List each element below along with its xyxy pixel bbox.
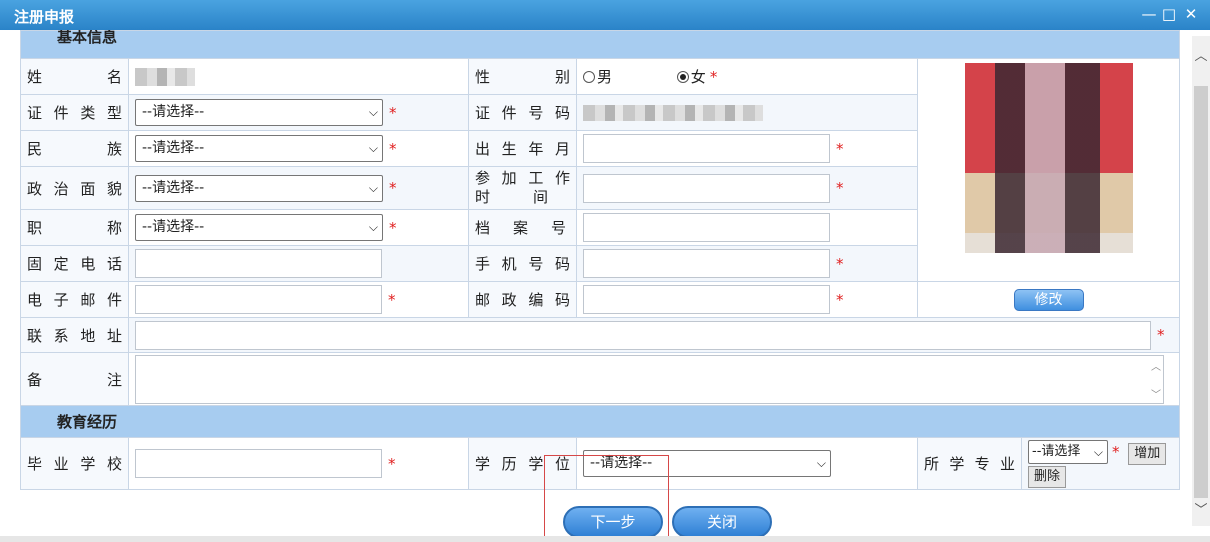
delete-major-button[interactable]: 删除 (1028, 465, 1067, 488)
add-major-button[interactable]: 增加 (1128, 442, 1167, 465)
label-address: 联系地址 (20, 317, 129, 353)
label-archive: 档案号 (468, 209, 577, 246)
scroll-down-arrow-icon[interactable]: ﹀ (1192, 502, 1210, 520)
close-icon[interactable]: ✕ (1182, 5, 1200, 23)
title-select[interactable]: --请选择-- ⌵ (135, 214, 383, 241)
remark-cell: ︿ ﹀ (127, 352, 1181, 406)
label-political: 政治面貌 (20, 166, 129, 210)
email-cell: * (128, 281, 469, 318)
archive-cell (576, 209, 918, 246)
id-number-blurred (583, 105, 763, 121)
window-title: 注册申报 (14, 8, 75, 26)
scroll-up-arrow-icon[interactable]: ︿ (1192, 48, 1210, 66)
label-work-start: 参加工作 时间 (468, 166, 577, 210)
vertical-scrollbar[interactable]: ︿ ﹀ (1192, 36, 1210, 526)
section-basic-title: 基本信息 (57, 30, 118, 46)
major-cell: 所学专业 --请选择 ⌵ * 增加 删除 (916, 437, 1181, 490)
focus-highlight (544, 455, 669, 542)
archive-input[interactable] (583, 213, 830, 242)
chevron-down-icon: ⌵ (368, 220, 378, 234)
postcode-input[interactable] (583, 285, 830, 314)
work-start-input[interactable] (583, 173, 830, 203)
school-cell: * (128, 437, 469, 490)
address-input[interactable] (135, 320, 1151, 350)
close-button[interactable]: 关闭 (672, 506, 772, 538)
id-type-select[interactable]: --请选择-- ⌵ (135, 99, 383, 126)
label-mobile: 手机号码 (468, 245, 577, 282)
chevron-down-icon: ⌵ (368, 141, 378, 155)
birth-cell: * (576, 130, 918, 167)
title-cell: --请选择-- ⌵ * (128, 209, 469, 246)
label-birth: 出生年月 (468, 130, 577, 167)
profile-photo (964, 63, 1133, 253)
phone-cell (128, 245, 469, 282)
label-postcode: 邮政编码 (468, 281, 577, 318)
label-gender: 性别 (468, 58, 577, 95)
gender-female-radio[interactable]: 女 * (676, 66, 717, 87)
bottom-edge (0, 536, 1210, 542)
name-blurred (135, 67, 195, 86)
radio-checked-icon (676, 70, 689, 83)
scroll-down-icon: ﹀ (1151, 389, 1161, 401)
remark-textarea[interactable]: ︿ ﹀ (135, 354, 1164, 404)
political-cell: --请选择-- ⌵ * (128, 166, 469, 210)
label-school: 毕业学校 (20, 437, 129, 490)
scrollbar-thumb[interactable] (1194, 86, 1208, 498)
chevron-down-icon: ⌵ (368, 105, 378, 119)
modify-cell: 修改 (916, 281, 1181, 318)
label-email: 电子邮件 (20, 281, 129, 318)
major-select[interactable]: --请选择 ⌵ (1028, 440, 1108, 464)
gender-group: 男 女 * (576, 58, 918, 95)
title-bar: 注册申报 — □ ✕ (0, 0, 1210, 30)
ethnicity-select[interactable]: --请选择-- ⌵ (135, 135, 383, 162)
chevron-down-icon: ⌵ (368, 180, 378, 195)
school-input[interactable] (135, 449, 382, 478)
label-id-type: 证件类型 (20, 94, 129, 131)
radio-icon (583, 70, 595, 83)
address-cell: * (127, 317, 1181, 353)
photo-cell (916, 58, 1181, 282)
id-type-cell: --请选择-- ⌵ * (128, 94, 469, 131)
ethnicity-cell: --请选择-- ⌵ * (128, 130, 469, 167)
modify-photo-button[interactable]: 修改 (1013, 288, 1084, 311)
phone-input[interactable] (135, 249, 382, 278)
email-input[interactable] (135, 285, 382, 314)
id-number-value (576, 94, 918, 131)
mobile-input[interactable] (583, 249, 830, 278)
registration-window: 注册申报 — □ ✕ 基本信息 姓名 性别 男 女 * 证 件 类 型 --请选… (0, 0, 1210, 542)
chevron-down-icon: ⌵ (1093, 445, 1103, 459)
label-title: 职称 (20, 209, 129, 246)
section-education-title: 教育经历 (57, 413, 118, 431)
label-ethnicity: 民族 (20, 130, 129, 167)
scroll-up-icon: ︿ (1151, 361, 1161, 373)
maximize-icon[interactable]: □ (1160, 5, 1178, 23)
label-remark: 备注 (20, 352, 129, 406)
political-select[interactable]: --请选择-- ⌵ (135, 174, 383, 202)
postcode-cell: * (576, 281, 918, 318)
label-major: 所学专业 (918, 438, 1022, 489)
chevron-down-icon: ⌵ (816, 456, 826, 470)
label-id-number: 证件号码 (468, 94, 577, 131)
section-education: 教育经历 (19, 405, 1181, 438)
label-phone: 固定电话 (20, 245, 129, 282)
work-start-cell: * (576, 166, 918, 210)
minimize-icon[interactable]: — (1140, 5, 1158, 23)
birth-input[interactable] (583, 134, 830, 163)
gender-male-radio[interactable]: 男 (583, 66, 612, 87)
label-name: 姓名 (20, 58, 129, 95)
registration-form: 基本信息 姓名 性别 男 女 * 证件类型 --请选择-- ⌵ * 证 件 号 … (19, 30, 1181, 490)
mobile-cell: * (576, 245, 918, 282)
name-value (128, 58, 469, 95)
major-controls: --请选择 ⌵ * 增加 删除 (1022, 438, 1180, 489)
section-basic-info: 基本信息 (19, 30, 1181, 59)
